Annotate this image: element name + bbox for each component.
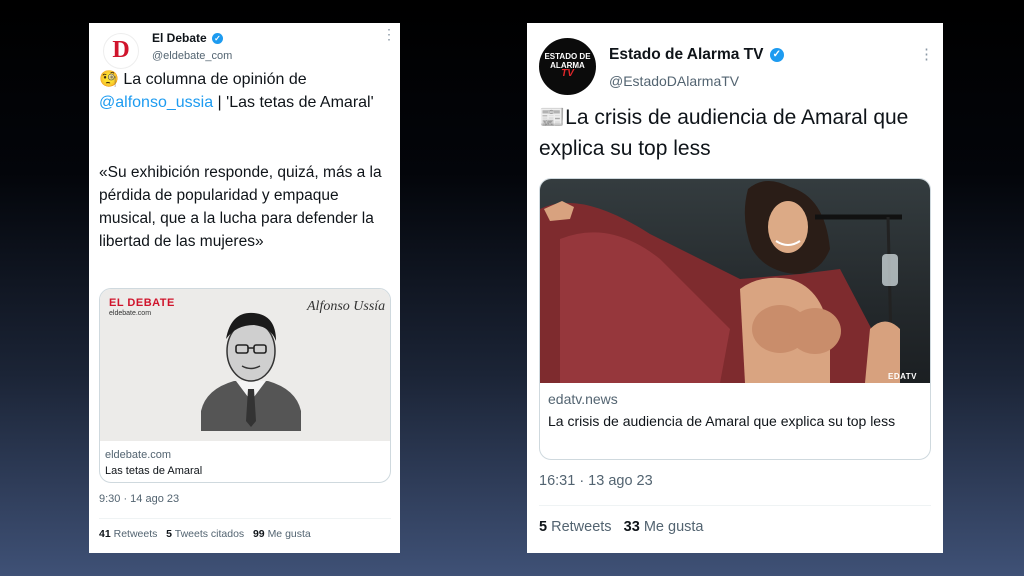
- avatar[interactable]: ESTADO DE ALARMA TV: [539, 38, 596, 95]
- tweet-timestamp[interactable]: 16:31 · 13 ago 23: [539, 473, 653, 489]
- author-handle[interactable]: @eldebate_com: [152, 50, 232, 62]
- divider: [539, 505, 931, 506]
- tweet-text: 🧐 La columna de opinión de @alfonso_ussi…: [99, 71, 374, 111]
- author-handle[interactable]: @EstadoDAlarmaTV: [609, 73, 739, 89]
- card-author: Alfonso Ussía: [307, 299, 386, 314]
- likes-stat[interactable]: 99 Me gusta: [253, 528, 311, 540]
- link-preview-card[interactable]: EL DEBATE eldebate.com Alfonso Ussía eld…: [99, 288, 391, 483]
- link-title: La crisis de audiencia de Amaral que exp…: [548, 413, 896, 429]
- edatv-logo: ESTADO DE ALARMA TV: [544, 52, 591, 79]
- verified-badge-icon: ✓: [769, 47, 784, 62]
- eldebate-logo: D: [112, 37, 130, 63]
- card-brand-sub: eldebate.com: [109, 310, 152, 317]
- retweets-stat[interactable]: 5 Retweets: [539, 519, 612, 535]
- tweet-card-eldebate: D El Debate ✓ @eldebate_com ⋮ 🧐 La colum…: [89, 23, 400, 553]
- link-preview-card[interactable]: EDATV edatv.news La crisis de audiencia …: [539, 178, 931, 460]
- newspaper-icon: 📰: [539, 106, 566, 129]
- link-preview-image: EL DEBATE eldebate.com Alfonso Ussía: [100, 289, 390, 441]
- more-options-icon[interactable]: ⋮: [382, 27, 396, 41]
- quote-tweets-stat[interactable]: 5 Tweets citados: [166, 528, 244, 540]
- retweets-stat[interactable]: 41 Retweets: [99, 528, 157, 540]
- emoji-icon: 🧐: [99, 71, 119, 88]
- author-name[interactable]: El Debate ✓: [152, 31, 224, 45]
- more-options-icon[interactable]: ⋮: [919, 47, 934, 62]
- link-title: Las tetas de Amaral: [105, 465, 203, 477]
- concert-photo: [540, 180, 902, 383]
- tweet-quote: «Su exhibición responde, quizá, más a la…: [99, 164, 382, 250]
- author-name[interactable]: Estado de Alarma TV ✓: [609, 46, 784, 64]
- image-watermark: EDATV: [888, 372, 918, 381]
- tweet-stats: 41 Retweets 5 Tweets citados 99 Me gusta: [99, 528, 311, 540]
- tweet-stats: 5 Retweets 33 Me gusta: [539, 519, 703, 535]
- card-brand: EL DEBATE: [109, 297, 175, 309]
- tweet-text: 📰La crisis de audiencia de Amaral que ex…: [539, 106, 909, 160]
- divider: [99, 518, 391, 519]
- tweet-card-edatv: ESTADO DE ALARMA TV Estado de Alarma TV …: [527, 23, 943, 553]
- likes-stat[interactable]: 33 Me gusta: [624, 519, 704, 535]
- link-domain: eldebate.com: [105, 449, 172, 461]
- author-portrait: [201, 312, 301, 431]
- tweet-timestamp[interactable]: 9:30 · 14 ago 23: [99, 493, 179, 505]
- link-domain: edatv.news: [548, 391, 618, 407]
- link-preview-image: EDATV: [540, 179, 930, 383]
- verified-badge-icon: ✓: [212, 33, 224, 45]
- avatar[interactable]: D: [103, 33, 139, 69]
- mention-link[interactable]: @alfonso_ussia: [99, 94, 213, 111]
